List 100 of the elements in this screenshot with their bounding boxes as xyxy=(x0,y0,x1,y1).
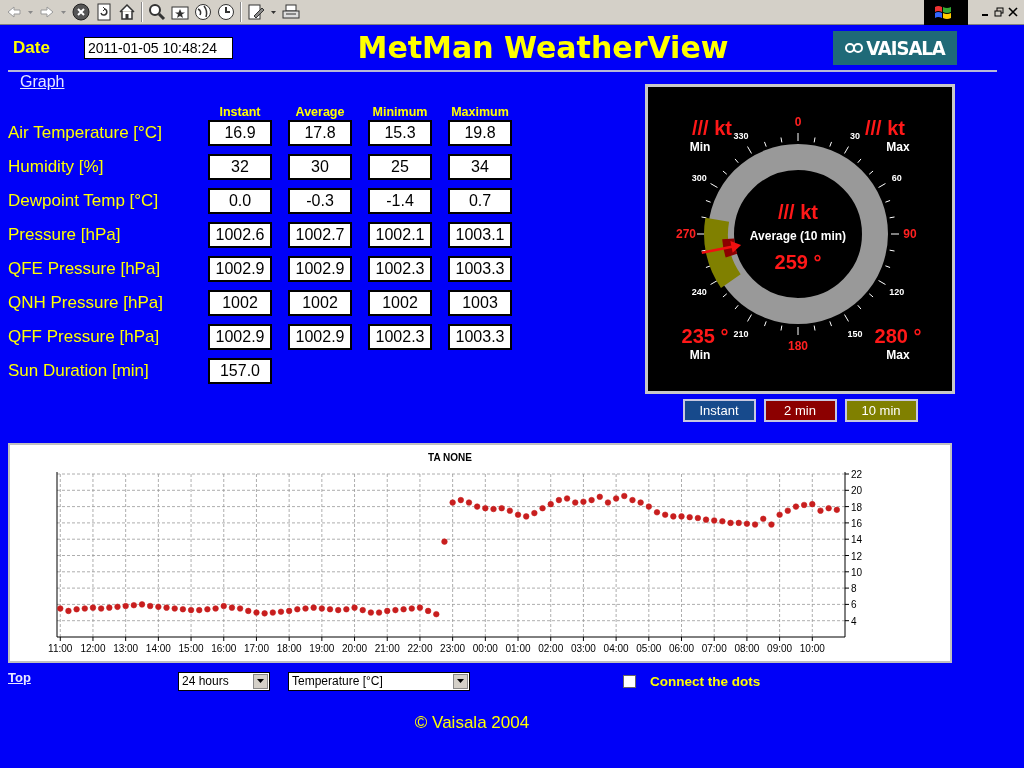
scale-label: 60 xyxy=(891,173,902,183)
scale-label: 30 xyxy=(850,131,860,142)
scale-label: 210 xyxy=(733,328,749,339)
x-tick-label: 12:00 xyxy=(80,643,106,654)
value-field: 1002.3 xyxy=(368,256,432,282)
value-field: 1002.9 xyxy=(208,256,272,282)
x-tick-label: 10:00 xyxy=(799,643,825,654)
x-tick-label: 05:00 xyxy=(636,643,662,654)
x-tick-label: 03:00 xyxy=(570,643,596,654)
min-speed-reading: /// kt xyxy=(692,117,732,139)
row-label: QFF Pressure [hPa] xyxy=(8,327,161,347)
y-tick-label: 8 xyxy=(851,583,857,595)
x-tick-label: 21:00 xyxy=(374,643,400,654)
min-label: Min xyxy=(689,348,711,362)
average-speed-reading: /// kt xyxy=(778,201,818,223)
min-label: Min xyxy=(689,140,711,154)
value-field: 1002.7 xyxy=(288,222,352,248)
logo-text: VAISALA xyxy=(866,35,945,60)
value-field: 34 xyxy=(448,154,512,180)
value-field: 1003.3 xyxy=(448,324,512,350)
scale-label: 300 xyxy=(691,173,707,183)
row-label: Dewpoint Temp [°C] xyxy=(8,191,160,211)
value-field: 30 xyxy=(288,154,352,180)
value-field: 25 xyxy=(368,154,432,180)
value-field: 15.3 xyxy=(368,120,432,146)
x-tick-label: 16:00 xyxy=(211,643,237,654)
y-tick-label: 18 xyxy=(851,501,863,513)
x-tick-label: 13:00 xyxy=(113,643,139,654)
value-field: 0.7 xyxy=(448,188,512,214)
max-label: Max xyxy=(886,348,910,362)
copyright-text: © Vaisala 2004 xyxy=(414,713,530,733)
y-tick-label: 4 xyxy=(851,615,857,627)
y-tick-label: 16 xyxy=(851,517,863,529)
chart-title: TA NONE xyxy=(428,452,472,463)
average-direction-reading: 259 ° xyxy=(774,251,822,273)
x-tick-label: 19:00 xyxy=(309,643,335,654)
value-field: -1.4 xyxy=(368,188,432,214)
column-header: Average xyxy=(294,105,346,119)
x-tick-label: 20:00 xyxy=(342,643,368,654)
x-tick-label: 02:00 xyxy=(538,643,564,654)
value-field: 1003 xyxy=(448,290,512,316)
scale-label: 90 xyxy=(903,227,917,241)
x-tick-label: 09:00 xyxy=(767,643,793,654)
value-field: 1002 xyxy=(368,290,432,316)
scale-label: 270 xyxy=(676,227,696,241)
x-tick-label: 14:00 xyxy=(145,643,171,654)
y-tick-label: 6 xyxy=(851,599,857,611)
max-direction-reading: 280 ° xyxy=(874,325,922,347)
x-tick-label: 04:00 xyxy=(603,643,629,654)
value-field: 1002.3 xyxy=(368,324,432,350)
value-field: 0.0 xyxy=(208,188,272,214)
scale-label: 180 xyxy=(788,339,808,353)
y-tick-label: 10 xyxy=(851,566,863,578)
max-speed-reading: /// kt xyxy=(865,117,905,139)
scale-label: 330 xyxy=(733,131,749,142)
x-tick-label: 07:00 xyxy=(701,643,727,654)
date-label: Date xyxy=(12,37,51,58)
column-header: Instant xyxy=(218,105,262,119)
x-tick-label: 06:00 xyxy=(669,643,695,654)
value-field: 1002 xyxy=(208,290,272,316)
y-tick-label: 22 xyxy=(851,469,863,480)
row-label: Pressure [hPa] xyxy=(8,225,122,245)
value-field: 19.8 xyxy=(448,120,512,146)
value-field: 16.9 xyxy=(208,120,272,146)
column-header: Maximum xyxy=(450,105,510,119)
row-label: Air Temperature [°C] xyxy=(8,123,163,143)
max-label: Max xyxy=(886,140,910,154)
value-field: 1003.3 xyxy=(448,256,512,282)
row-label: Sun Duration [min] xyxy=(8,361,150,381)
x-tick-label: 15:00 xyxy=(178,643,204,654)
row-label: Humidity [%] xyxy=(8,157,105,177)
value-field: -0.3 xyxy=(288,188,352,214)
value-field: 1002 xyxy=(288,290,352,316)
x-tick-label: 08:00 xyxy=(734,643,760,654)
scale-label: 120 xyxy=(889,287,905,297)
x-tick-label: 23:00 xyxy=(440,643,466,654)
page-title: MetMan WeatherView xyxy=(356,30,730,65)
x-tick-label: 22:00 xyxy=(407,643,433,654)
row-label: QNH Pressure [hPa] xyxy=(8,293,164,313)
x-tick-label: 01:00 xyxy=(505,643,531,654)
value-field: 157.0 xyxy=(208,358,272,384)
checkbox-label: Connect the dots xyxy=(650,673,761,689)
value-field: 1002.9 xyxy=(288,324,352,350)
value-field: 1002.9 xyxy=(208,324,272,350)
x-tick-label: 17:00 xyxy=(243,643,269,654)
y-tick-label: 12 xyxy=(851,550,863,562)
x-tick-label: 11:00 xyxy=(48,643,73,654)
y-tick-label: 14 xyxy=(851,534,863,546)
x-tick-label: 18:00 xyxy=(276,643,302,654)
value-field: 1002.6 xyxy=(208,222,272,248)
x-tick-label: 00:00 xyxy=(472,643,498,654)
value-field: 1002.9 xyxy=(288,256,352,282)
scale-label: 0 xyxy=(794,115,802,129)
average-label: Average (10 min) xyxy=(749,229,847,243)
scale-label: 240 xyxy=(691,287,707,297)
column-header: Minimum xyxy=(371,105,429,119)
min-direction-reading: 235 ° xyxy=(681,325,729,347)
value-field: 17.8 xyxy=(288,120,352,146)
row-label: QFE Pressure [hPa] xyxy=(8,259,162,279)
value-field: 32 xyxy=(208,154,272,180)
